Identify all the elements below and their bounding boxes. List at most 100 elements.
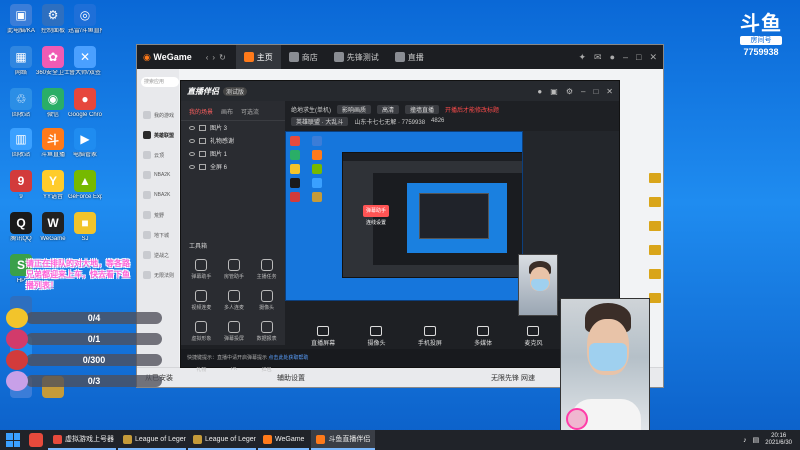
desktop-icon[interactable]: ▥ 回收站: [4, 128, 38, 159]
desktop-icon[interactable]: ◎ 迅雷/斗鱼直播: [68, 4, 102, 35]
desktop-icon[interactable]: ◉ 微信: [36, 88, 70, 119]
live-companion-window-controls: ● ▣ ⚙ – □ ✕: [537, 87, 613, 96]
wegame-titlebar: ◉ WeGame ‹ › ↻ 主页 商店 先锋测试 直播 ✦ ✉ ● – □ ✕: [137, 45, 663, 69]
action-button[interactable]: 多媒体: [474, 326, 492, 347]
sidebar-item[interactable]: 英雄联盟: [143, 125, 183, 145]
scene-tab[interactable]: 可选流: [241, 107, 259, 116]
sidebar-item[interactable]: 地下城: [143, 225, 183, 245]
refresh-icon[interactable]: ↻: [219, 53, 226, 62]
taskbar-task[interactable]: 虚拟游戏上号器: [48, 430, 116, 450]
app-icon: ✿: [42, 46, 64, 68]
tool-label: 虚拟形象: [191, 336, 212, 342]
desktop-icon-label: Google Chrome: [68, 112, 102, 118]
app-icon: ◉: [42, 88, 64, 110]
avatar[interactable]: ●: [537, 87, 542, 96]
desktop-icon[interactable]: ● Google Chrome: [68, 88, 102, 119]
help-link[interactable]: 点击此处获取帮助: [268, 355, 308, 361]
tool-button[interactable]: 虚拟形象: [185, 321, 218, 342]
tool-button[interactable]: 弹幕助手: [185, 259, 218, 280]
tool-button[interactable]: 房管助手: [218, 259, 251, 280]
tab-2[interactable]: 先锋测试: [326, 45, 387, 69]
tab-1[interactable]: 商店: [281, 45, 326, 69]
layer-item[interactable]: 图片 1: [181, 147, 285, 160]
chat-label[interactable]: 高清: [377, 104, 400, 114]
clock[interactable]: 20:16 2021/6/30: [765, 433, 792, 447]
stream-preview[interactable]: 弹幕助手 连线设置: [285, 131, 523, 301]
sidebar-item[interactable]: 无限法则: [143, 265, 183, 285]
network-icon[interactable]: ▤: [753, 436, 760, 444]
sidebar-item[interactable]: NBA2K: [143, 185, 183, 205]
eye-icon[interactable]: [189, 151, 195, 156]
desktop-icon[interactable]: ▶ 电脑管家: [68, 128, 102, 159]
tab-0[interactable]: 主页: [235, 45, 281, 69]
category-label[interactable]: 英雄联盟 · 大乱斗: [291, 116, 349, 126]
desktop-icon[interactable]: ♲ 回收站: [4, 88, 38, 119]
taskbar-task[interactable]: League of Legends: [118, 430, 186, 450]
taskbar-task[interactable]: 斗鱼直播伴侣: [311, 430, 376, 450]
tool-button[interactable]: 摄像头: [250, 290, 283, 311]
layer-item[interactable]: 全屏 6: [181, 160, 285, 173]
settings-icon[interactable]: ⚙: [566, 87, 573, 96]
tool-button[interactable]: 视频连麦: [185, 290, 218, 311]
close-icon[interactable]: ✕: [606, 87, 613, 96]
desktop-icon[interactable]: ▲ GeForce Experience: [68, 170, 102, 201]
settings-link[interactable]: 辅助设置: [277, 373, 305, 383]
chrome-icon[interactable]: [29, 433, 43, 447]
desktop-icon[interactable]: 斗斗鱼直播: [36, 128, 70, 159]
start-button[interactable]: [6, 433, 20, 447]
minimize-icon[interactable]: –: [581, 87, 585, 96]
game-icon: [143, 231, 151, 239]
tab-3[interactable]: 直播: [387, 45, 432, 69]
title-edit[interactable]: 撞墙直播: [405, 104, 440, 114]
action-button[interactable]: 摄像头: [367, 326, 386, 347]
taskbar-task[interactable]: WeGame: [258, 430, 310, 450]
desktop-icon[interactable]: ⚙ 控制面板: [36, 4, 70, 35]
desktop-icon[interactable]: ▦ 网络: [4, 46, 38, 77]
minimize-icon[interactable]: –: [623, 52, 628, 63]
sidebar-item[interactable]: 荒野: [143, 205, 183, 225]
scene-tab[interactable]: 我的场景: [189, 107, 213, 116]
sidebar-item[interactable]: NBA2K: [143, 165, 183, 185]
sidebar-item[interactable]: 云顶: [143, 145, 183, 165]
layer-item[interactable]: 礼物感谢: [181, 134, 285, 147]
forward-arrow-icon[interactable]: ›: [212, 53, 215, 62]
action-button[interactable]: 直播屏幕: [311, 326, 335, 347]
desktop-icon[interactable]: ✕ 鲁大师/双签: [68, 46, 102, 77]
avatar[interactable]: ●: [610, 52, 615, 63]
scene-tabs: 我的场景 画布 可选流: [181, 101, 285, 121]
sidebar-item[interactable]: 逆战之: [143, 245, 183, 265]
back-arrow-icon[interactable]: ‹: [206, 53, 209, 62]
speaker-icon[interactable]: ♪: [743, 437, 747, 444]
quality-label[interactable]: 影响画质: [337, 104, 372, 114]
layer-item[interactable]: 图片 3: [181, 121, 285, 134]
scene-tab[interactable]: 画布: [221, 107, 233, 116]
eye-icon[interactable]: [189, 138, 195, 143]
task-icon: [193, 434, 202, 444]
maximize-icon[interactable]: □: [593, 87, 598, 96]
desktop-icon[interactable]: ■ SJ: [68, 212, 102, 243]
eye-icon[interactable]: [189, 125, 195, 130]
tool-button[interactable]: 多人连麦: [218, 290, 251, 311]
sidebar-item[interactable]: 我的游戏: [143, 105, 183, 125]
taskbar-task[interactable]: League of Legen...: [188, 430, 256, 450]
close-icon[interactable]: ✕: [649, 52, 657, 63]
desktop-icon[interactable]: 99: [4, 170, 38, 201]
wegame-search-input[interactable]: 搜索应用: [141, 77, 179, 87]
desktop-icon-label: 鲁大师/双签: [69, 70, 101, 76]
desktop-icon[interactable]: Q 腾讯QQ: [4, 212, 38, 243]
desktop-icon[interactable]: ▣ 此电脑/KA: [4, 4, 38, 35]
eye-icon[interactable]: [189, 164, 195, 169]
desktop-icon[interactable]: Y YY语音: [36, 170, 70, 201]
action-button[interactable]: 麦克风: [524, 326, 542, 347]
gift-icon[interactable]: ▣: [550, 87, 558, 96]
chat-icon[interactable]: ✉: [594, 52, 602, 63]
tool-button[interactable]: 数据报表: [250, 321, 283, 342]
gift-icon[interactable]: ✦: [578, 52, 586, 63]
tool-button[interactable]: 弹幕投屏: [218, 321, 251, 342]
desktop-icon[interactable]: ✿ 360安全卫士: [36, 46, 70, 77]
desktop-icon[interactable]: W WeGame: [36, 212, 70, 243]
action-button[interactable]: 手机投屏: [418, 326, 442, 347]
tool-button[interactable]: 主播任务: [250, 259, 283, 280]
maximize-icon[interactable]: □: [636, 52, 641, 63]
app-icon: ▥: [10, 128, 32, 150]
